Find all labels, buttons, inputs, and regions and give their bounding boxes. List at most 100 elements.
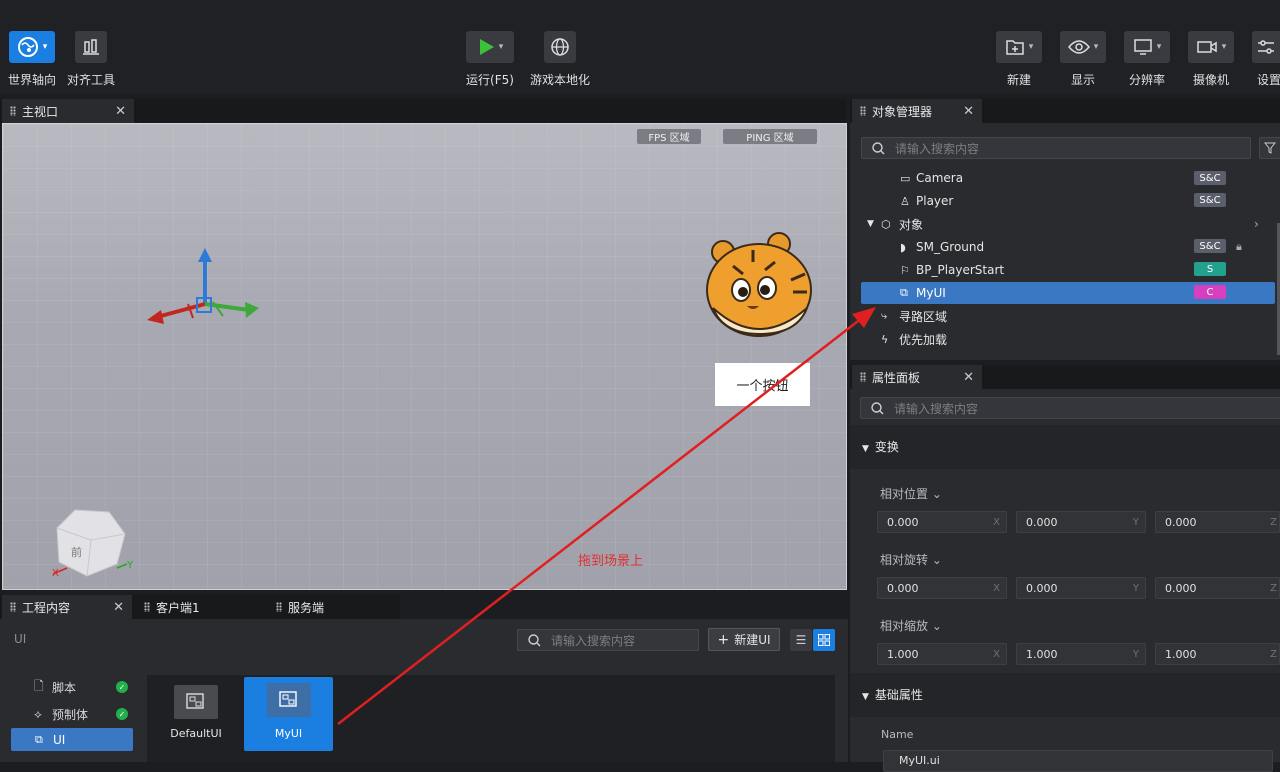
new-folder-icon[interactable]: ▾ xyxy=(996,31,1042,63)
drag-grip-icon[interactable] xyxy=(860,106,866,116)
scale-y-field[interactable]: 1.000 Y xyxy=(1016,643,1146,665)
category-item-ui[interactable]: ⧉ UI xyxy=(11,728,133,751)
axis-label: Z xyxy=(1270,516,1277,528)
field-value: 1.000 xyxy=(1165,647,1197,661)
ui-icon: ⧉ xyxy=(35,732,43,746)
tree-row-priority-load[interactable]: ϟ 优先加载 xyxy=(856,328,1276,350)
ping-area: PING 区域 xyxy=(723,129,817,144)
network-badge: S xyxy=(1194,262,1226,276)
field-value: 0.000 xyxy=(887,581,919,595)
basic-section[interactable]: ▼ 基础属性 xyxy=(862,686,923,703)
relative-scale-label[interactable]: 相对缩放 ⌄ xyxy=(880,617,942,634)
tab-server[interactable]: 服务端 xyxy=(268,595,398,619)
align-icon[interactable] xyxy=(75,31,107,63)
transform-gizmo-icon[interactable] xyxy=(143,244,268,334)
run-tool[interactable]: ▾ 运行(F5) xyxy=(465,31,515,88)
field-value: 0.000 xyxy=(887,515,919,529)
globe-axis-icon[interactable]: ▾ xyxy=(9,31,55,63)
close-icon[interactable]: ✕ xyxy=(115,104,126,119)
settings-tool[interactable]: 设置 xyxy=(1252,31,1280,88)
asset-myui[interactable]: MyUI xyxy=(244,677,333,751)
field-value: 0.000 xyxy=(1165,581,1197,595)
bolt-icon: ϟ xyxy=(881,332,889,346)
expand-arrow-icon: ▼ xyxy=(862,444,869,454)
rotation-y-field[interactable]: 0.000 Y xyxy=(1016,577,1146,599)
category-item-script[interactable]: 🗋 脚本 ✓ xyxy=(8,675,134,699)
chevron-right-icon[interactable]: › xyxy=(1254,217,1259,231)
position-z-field[interactable]: 0.000 Z xyxy=(1155,511,1280,533)
new-label: 新建 xyxy=(1006,73,1031,87)
tree-row-objects[interactable]: ▼ ⬡ 对象 › xyxy=(856,213,1276,235)
scale-z-field[interactable]: 1.000 Z xyxy=(1155,643,1280,665)
drag-grip-icon[interactable] xyxy=(10,602,16,612)
tree-row-navigation[interactable]: ⤷ 寻路区域 xyxy=(856,305,1276,327)
close-icon[interactable]: ✕ xyxy=(963,370,974,385)
localization-label: 游戏本地化 xyxy=(529,73,590,87)
category-item-prefab[interactable]: ⟡ 预制体 ✓ xyxy=(8,702,134,726)
transform-section[interactable]: ▼ 变换 xyxy=(862,438,899,455)
project-search-input[interactable]: 请输入搜索内容 xyxy=(517,629,699,651)
fps-area: FPS 区域 xyxy=(637,129,701,144)
relative-rotation-label[interactable]: 相对旋转 ⌄ xyxy=(880,551,942,568)
ui-button-preview[interactable]: 一个按钮 xyxy=(715,363,810,406)
list-view-icon[interactable]: ☰ xyxy=(790,629,812,651)
drag-grip-icon[interactable] xyxy=(144,602,150,612)
asset-defaultui[interactable]: DefaultUI xyxy=(161,679,231,751)
axis-label: Y xyxy=(1132,582,1139,594)
resolution-tool[interactable]: ▾ 分辨率 xyxy=(1124,31,1170,88)
rotation-x-field[interactable]: 0.000 X xyxy=(877,577,1007,599)
drag-grip-icon[interactable] xyxy=(276,602,282,612)
group-label: 相对旋转 xyxy=(880,553,929,567)
eye-icon[interactable]: ▾ xyxy=(1060,31,1106,63)
name-field[interactable]: MyUI.ui xyxy=(883,750,1273,772)
align-tool[interactable]: 对齐工具 xyxy=(66,31,116,88)
expand-arrow-icon[interactable]: ▼ xyxy=(867,219,874,229)
new-tool[interactable]: ▾ 新建 xyxy=(996,31,1042,88)
object-search-input[interactable]: 请输入搜索内容 xyxy=(861,137,1251,159)
group-label: 相对缩放 xyxy=(880,619,929,633)
category-list: 🗋 脚本 ✓ ⟡ 预制体 ✓ ⧉ UI xyxy=(8,672,138,762)
world-axis-tool[interactable]: ▾ 世界轴向 xyxy=(8,31,56,88)
network-badge: S&C xyxy=(1194,239,1226,253)
tree-row-label: Player xyxy=(916,194,954,208)
drag-grip-icon[interactable] xyxy=(860,372,866,382)
ui-asset-icon xyxy=(266,683,311,717)
lock-icon[interactable]: 🔒︎ xyxy=(1236,240,1242,254)
position-y-field[interactable]: 0.000 Y xyxy=(1016,511,1146,533)
drag-annotation: 拖到场景上 xyxy=(578,554,644,569)
close-icon[interactable]: ✕ xyxy=(963,104,974,119)
transform-header[interactable] xyxy=(850,425,1280,469)
tab-properties[interactable]: 属性面板 ✕ xyxy=(852,365,982,389)
new-ui-button[interactable]: + 新建UI xyxy=(708,628,780,651)
prefab-icon: ⟡ xyxy=(34,706,42,721)
camera-tool[interactable]: ▾ 摄像机 xyxy=(1188,31,1234,88)
drag-grip-icon[interactable] xyxy=(10,106,16,116)
grid-view-icon[interactable] xyxy=(813,629,835,651)
tab-main-viewport[interactable]: 主视口 ✕ xyxy=(2,99,134,123)
tab-object-manager[interactable]: 对象管理器 ✕ xyxy=(852,99,982,123)
tree-row-label: SM_Ground xyxy=(916,240,985,254)
scene-viewport[interactable]: FPS 区域 PING 区域 一个按钮 前 X Y 拖到场景上 xyxy=(2,123,847,590)
asset-grid: DefaultUI MyUI xyxy=(147,675,835,762)
chevron-down-icon: ⌄ xyxy=(931,487,942,501)
sliders-icon[interactable] xyxy=(1252,31,1280,63)
camera-icon[interactable]: ▾ xyxy=(1188,31,1234,63)
display-tool[interactable]: ▾ 显示 xyxy=(1060,31,1106,88)
tab-label: 客户端1 xyxy=(156,600,200,615)
localization-tool[interactable]: 游戏本地化 xyxy=(528,31,592,88)
section-title: 变换 xyxy=(874,440,899,454)
globe-icon[interactable] xyxy=(544,31,576,63)
relative-position-label[interactable]: 相对位置 ⌄ xyxy=(880,485,942,502)
position-x-field[interactable]: 0.000 X xyxy=(877,511,1007,533)
tab-project-content[interactable]: 工程内容 ✕ xyxy=(2,595,132,619)
tab-client1[interactable]: 客户端1 xyxy=(136,595,266,619)
monitor-icon[interactable]: ▾ xyxy=(1124,31,1170,63)
scale-x-field[interactable]: 1.000 X xyxy=(877,643,1007,665)
expand-arrow-icon: ▼ xyxy=(862,692,869,702)
close-icon[interactable]: ✕ xyxy=(113,600,124,615)
play-icon[interactable]: ▾ xyxy=(466,31,514,63)
tab-label: 工程内容 xyxy=(22,600,71,615)
rotation-z-field[interactable]: 0.000 Z xyxy=(1155,577,1280,599)
property-search-input[interactable]: 请输入搜索内容 xyxy=(860,397,1280,419)
filter-icon[interactable] xyxy=(1259,137,1280,159)
